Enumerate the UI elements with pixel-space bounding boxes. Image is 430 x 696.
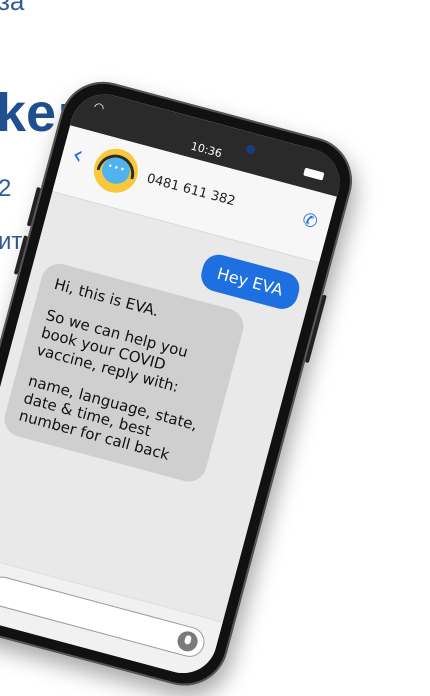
background-number: 2 — [0, 175, 12, 202]
avatar[interactable]: ••• — [88, 143, 143, 198]
message-input[interactable] — [0, 573, 208, 661]
back-icon[interactable]: ‹ — [69, 140, 87, 172]
incoming-message: Hi, this is EVA. So we can help you book… — [0, 259, 248, 486]
microphone-icon[interactable] — [175, 629, 200, 654]
background-text-top: за — [0, 0, 25, 16]
outgoing-message: Hey EVA — [197, 251, 303, 313]
smartphone: ◠ 10:36 ‹ ••• 0481 611 382 ✆ Hey EVA Hi,… — [0, 72, 362, 696]
contact-number[interactable]: 0481 611 382 — [145, 171, 237, 209]
phone-call-icon[interactable]: ✆ — [300, 209, 320, 233]
